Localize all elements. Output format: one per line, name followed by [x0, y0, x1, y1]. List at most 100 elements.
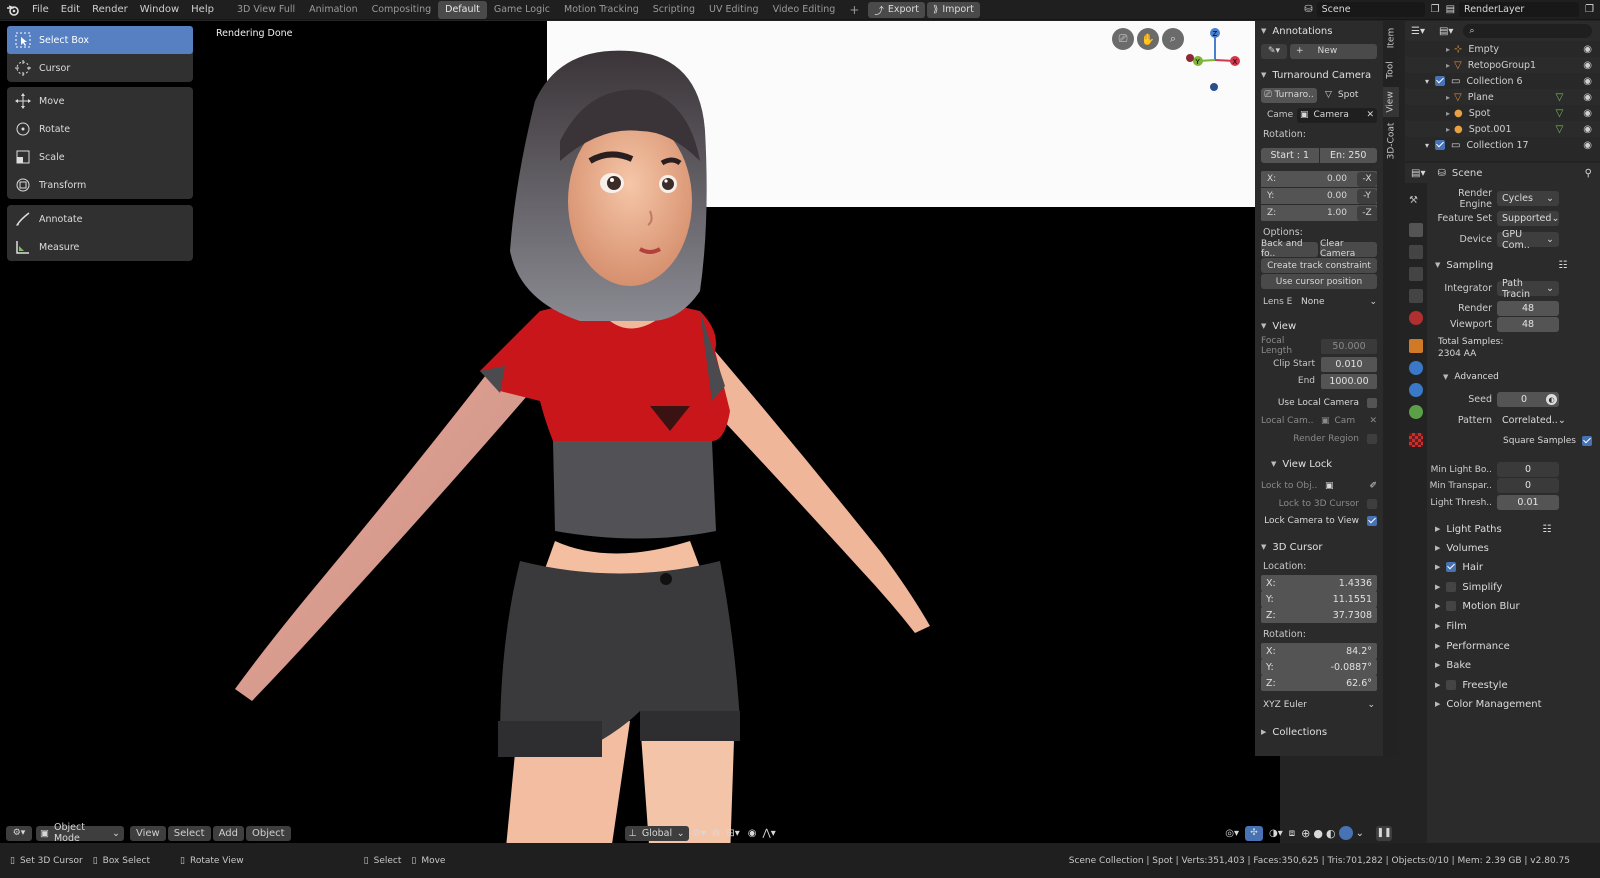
lock-camera-to-view-checkbox[interactable] [1367, 516, 1377, 526]
shading-options-icon[interactable]: ⌄ [1356, 828, 1364, 839]
tab-animation[interactable]: Animation [302, 1, 364, 19]
scene-selector[interactable]: Scene [1316, 2, 1425, 17]
cursor-location-y-field[interactable]: Y: 11.1551 [1261, 591, 1377, 607]
camera-view-icon[interactable]: ⎚ [1112, 28, 1134, 50]
object-data-icon[interactable]: ▽ [1556, 108, 1564, 119]
pause-render-icon[interactable]: ❚❚ [1376, 825, 1392, 841]
tab-3d-coat[interactable]: 3D-Coat [1383, 121, 1399, 161]
viewport-samples-field[interactable]: 48 [1497, 317, 1559, 332]
render-layer-selector[interactable]: RenderLayer [1459, 2, 1580, 17]
light-threshold-field[interactable]: 0.01 [1497, 495, 1559, 510]
visibility-eye-icon[interactable]: ◉ [1583, 92, 1592, 103]
proportional-edit-icon[interactable]: ◉ [748, 828, 757, 839]
expand-toggle-icon[interactable]: ▸ [1446, 109, 1450, 118]
render-samples-field[interactable]: 48 [1497, 301, 1559, 316]
min-transparent-bounces-field[interactable]: 0 [1497, 478, 1559, 493]
hair-header[interactable]: ▶ Hair [1435, 558, 1483, 576]
collection-checkbox[interactable] [1435, 76, 1446, 86]
start-frame-field[interactable]: Start : 1 [1261, 147, 1319, 163]
visibility-eye-icon[interactable]: ◉ [1583, 44, 1592, 55]
view-lock-header[interactable]: ▼ View Lock [1255, 454, 1383, 474]
object-data-icon[interactable]: ▽ [1556, 124, 1564, 135]
cursor-rotation-z-field[interactable]: Z: 62.6° [1261, 675, 1377, 691]
seed-field[interactable]: 0 ◐ [1497, 392, 1559, 407]
snap-target-icon[interactable]: ⊞▾ [726, 828, 739, 839]
motion-blur-checkbox[interactable] [1446, 601, 1457, 611]
tab-view[interactable]: View [1383, 87, 1399, 117]
tool-cursor[interactable]: Cursor [7, 54, 193, 82]
tab-default[interactable]: Default [438, 0, 487, 19]
dice-icon[interactable]: ◐ [1546, 394, 1557, 405]
visibility-eye-icon[interactable]: ◉ [1583, 60, 1592, 71]
pivot-point-icon[interactable]: ⊘▾ [693, 828, 706, 839]
output-properties-icon[interactable] [1409, 245, 1423, 259]
collection-checkbox[interactable] [1435, 140, 1446, 150]
expand-toggle-icon[interactable]: ▸ [1446, 93, 1450, 102]
tab-tool[interactable]: Tool [1383, 55, 1399, 85]
camera-field[interactable]: ▣ Camera ✕ [1297, 107, 1377, 123]
tool-rotate[interactable]: Rotate [7, 115, 193, 143]
freestyle-checkbox[interactable] [1446, 680, 1457, 690]
pattern-dropdown[interactable]: Correlated.. ⌄ [1497, 413, 1566, 428]
back-and-forth-button[interactable]: Back and fo.. [1261, 239, 1318, 259]
add-workspace-button[interactable]: + [842, 1, 866, 19]
annotation-layer-icon[interactable]: ✎▾ [1261, 43, 1287, 59]
tool-move[interactable]: Move [7, 87, 193, 115]
spot-light-field[interactable]: ▽ Spot [1325, 90, 1358, 100]
collections-header[interactable]: ▶ Collections [1255, 722, 1383, 742]
min-light-bounces-field[interactable]: 0 [1497, 462, 1559, 477]
scene-icon[interactable]: ⛁ [1304, 4, 1312, 15]
turnaround-object-button[interactable]: ⎚ Turnaro.. [1261, 87, 1317, 103]
export-button[interactable]: ⤴ Export [868, 1, 926, 18]
tool-annotate[interactable]: Annotate [7, 205, 193, 233]
performance-header[interactable]: ▶ Performance [1435, 637, 1510, 655]
shading-material-icon[interactable]: ◐ [1326, 827, 1336, 840]
rotation-neg-x-button[interactable]: -X [1357, 171, 1377, 187]
outliner-row[interactable]: ▾ ▭ Collection 17 ◉ [1405, 137, 1600, 153]
object-data-properties-icon[interactable] [1409, 405, 1423, 419]
visibility-eye-icon[interactable]: ◉ [1583, 108, 1592, 119]
new-scene-icon[interactable]: ❐ [1431, 4, 1440, 15]
expand-toggle-icon[interactable]: ▸ [1446, 125, 1450, 134]
render-region-checkbox[interactable] [1367, 434, 1377, 444]
outliner-row[interactable]: ▸ ● Spot ▽ ◉ [1405, 105, 1600, 121]
tab-game-logic[interactable]: Game Logic [487, 1, 557, 19]
lens-effect-dropdown[interactable]: None ⌄ [1299, 294, 1377, 310]
clear-camera-button[interactable]: Clear Camera [1320, 239, 1377, 259]
rotation-neg-z-button[interactable]: -Z [1357, 205, 1377, 221]
menu-edit[interactable]: Edit [55, 0, 86, 20]
view-panel-header[interactable]: ▼ View [1255, 316, 1383, 336]
outliner-row[interactable]: ▸ ▽ RetopoGroup1 ◉ [1405, 57, 1600, 73]
scene-properties-icon[interactable] [1409, 289, 1423, 303]
transform-orientation-dropdown[interactable]: ⊥ Global ⌄ [624, 825, 689, 841]
menu-window[interactable]: Window [134, 0, 185, 20]
presets-list-icon[interactable]: ☷ [1558, 260, 1567, 271]
integrator-dropdown[interactable]: Path Tracin ⌄ [1497, 278, 1559, 300]
texture-properties-icon[interactable] [1409, 433, 1423, 447]
rotation-neg-y-button[interactable]: -Y [1357, 188, 1377, 204]
view-layer-properties-icon[interactable] [1409, 267, 1423, 281]
snap-icon[interactable]: ⋒ [712, 828, 720, 839]
3d-cursor-header[interactable]: ▼ 3D Cursor [1255, 537, 1383, 557]
menu-render[interactable]: Render [86, 0, 134, 20]
tab-video-editing[interactable]: Video Editing [766, 1, 843, 19]
render-engine-dropdown[interactable]: Cycles ⌄ [1497, 191, 1559, 206]
shading-solid-icon[interactable]: ● [1313, 827, 1323, 840]
tool-scale[interactable]: Scale [7, 143, 193, 171]
outliner-row[interactable]: ▸ ● Spot.001 ▽ ◉ [1405, 121, 1600, 137]
visibility-eye-icon[interactable]: ◉ [1583, 124, 1592, 135]
menu-file[interactable]: File [26, 0, 55, 20]
rotation-y-field[interactable]: 0.00 [1327, 191, 1357, 201]
tab-uv-editing[interactable]: UV Editing [702, 1, 766, 19]
rotation-x-field[interactable]: 0.00 [1327, 174, 1357, 184]
overlay-toggle-icon[interactable]: ◑▾ [1269, 828, 1283, 839]
new-annotation-button[interactable]: + New [1290, 43, 1377, 59]
visibility-eye-icon[interactable]: ◉ [1583, 140, 1592, 151]
tool-select-box[interactable]: Select Box [7, 26, 193, 54]
outliner-row[interactable]: ▸ ▽ Plane ▽ ◉ [1405, 89, 1600, 105]
outliner-display-mode-icon[interactable]: ☰▾ [1411, 26, 1425, 37]
outliner-search-input[interactable]: ⌕ [1463, 24, 1592, 38]
import-button[interactable]: ⟫ Import [927, 1, 980, 18]
bake-header[interactable]: ▶ Bake [1435, 656, 1471, 674]
render-properties-icon[interactable] [1409, 223, 1423, 237]
